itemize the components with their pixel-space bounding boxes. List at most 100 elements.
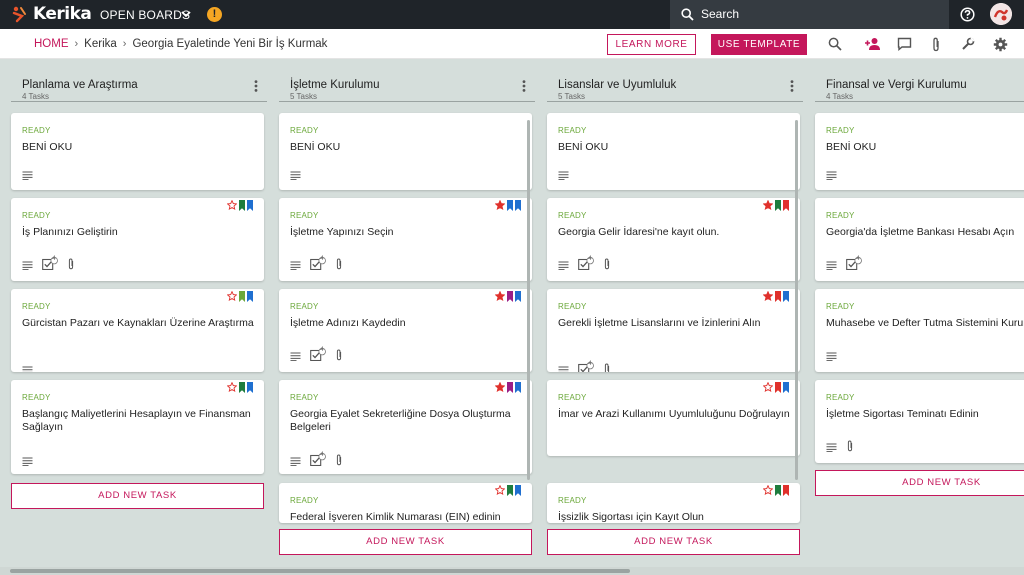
bookmark-tag-icon [775,382,781,393]
priority-star-filled-icon[interactable] [763,291,773,301]
scrollbar-thumb[interactable] [10,569,630,573]
description-icon [826,443,837,453]
task-title[interactable]: Muhasebe ve Defter Tutma Sistemini Kurun [826,317,1024,330]
task-title[interactable]: İşletme Yapınızı Seçin [290,226,526,239]
task-flags [227,291,253,302]
task-flags [495,200,521,211]
board-column: Lisanslar ve Uyumluluk 5 Tasks READY BENİ O… [547,0,805,575]
column-title[interactable]: Planlama ve Araştırma [22,79,138,91]
task-indicators [290,167,301,185]
task-title[interactable]: Georgia'da İşletme Bankası Hesabı Açın [826,226,1024,239]
task-card[interactable]: READY İş Planınızı Geliştirin 4 [11,198,264,281]
task-card[interactable]: READY Federal İşveren Kimlik Numarası (EI… [279,483,532,523]
horizontal-scrollbar[interactable] [0,567,1024,575]
task-card[interactable]: READY BENİ OKU [11,113,264,190]
task-title[interactable]: BENİ OKU [826,141,1024,154]
task-card[interactable]: READY BENİ OKU [815,113,1024,190]
task-count: 4 Tasks [826,92,853,101]
column-scrollbar[interactable] [527,120,530,480]
priority-star-icon[interactable] [495,485,505,495]
bookmark-tag-icon [247,200,253,211]
description-icon [22,171,33,181]
priority-star-filled-icon[interactable] [495,382,505,392]
task-title[interactable]: İşsizlik Sigortası için Kayıt Olun [558,511,794,523]
add-new-task-button[interactable]: ADD NEW TASK [815,470,1024,496]
priority-star-icon[interactable] [227,200,237,210]
add-new-task-button[interactable]: ADD NEW TASK [11,483,264,509]
priority-star-icon[interactable] [763,485,773,495]
column-title[interactable]: Finansal ve Vergi Kurulumu [826,79,967,91]
priority-star-icon[interactable] [763,382,773,392]
more-options-icon[interactable] [254,79,258,97]
attachment-icon [336,258,342,270]
task-card[interactable]: READY Georgia'da İşletme Bankası Hesabı A… [815,198,1024,281]
task-title[interactable]: Georgia Gelir İdaresi'ne kayıt olun. [558,226,794,239]
bookmark-tag-icon [515,200,521,211]
task-status: READY [290,393,319,402]
column-title[interactable]: İşletme Kurulumu [290,79,379,91]
column-header: Planlama ve Araştırma 4 Tasks [11,68,267,102]
task-card[interactable]: READY Muhasebe ve Defter Tutma Sistemini … [815,289,1024,372]
priority-star-icon[interactable] [227,382,237,392]
bookmark-tag-icon [775,485,781,496]
column-header: Finansal ve Vergi Kurulumu 4 Tasks [815,68,1024,102]
task-title[interactable]: BENİ OKU [290,141,526,154]
description-icon [558,366,569,372]
task-title[interactable]: BENİ OKU [558,141,794,154]
task-title[interactable]: Başlangıç Maliyetlerini Hesaplayın ve Fi… [22,408,258,434]
more-options-icon[interactable] [790,79,794,97]
task-card[interactable]: READY Gürcistan Pazarı ve Kaynakları Üzer… [11,289,264,372]
task-status: READY [22,393,51,402]
priority-star-filled-icon[interactable] [495,291,505,301]
task-title[interactable]: BENİ OKU [22,141,258,154]
bookmark-tag-icon [775,291,781,302]
description-icon [558,171,569,181]
board-column: Planlama ve Araştırma 4 Tasks READY BENİ OK… [11,0,269,575]
checklist-count: 4 [588,361,592,367]
add-new-task-button[interactable]: ADD NEW TASK [279,529,532,555]
task-indicators [558,167,569,185]
task-card[interactable]: READY İşletme Sigortası Teminatı Edinin [815,380,1024,463]
task-card[interactable]: READY Gerekli İşletme Lisanslarını ve İzi… [547,289,800,372]
task-title[interactable]: İş Planınızı Geliştirin [22,226,258,239]
task-card[interactable]: READY BENİ OKU [279,113,532,190]
task-card[interactable]: READY Georgia Gelir İdaresi'ne kayıt olun… [547,198,800,281]
task-title[interactable]: Gerekli İşletme Lisanslarını ve İzinleri… [558,317,794,330]
description-icon [22,261,33,271]
task-title[interactable]: İşletme Sigortası Teminatı Edinin [826,408,1024,421]
task-card[interactable]: READY İşletme Yapınızı Seçin 4 [279,198,532,281]
bookmark-tag-icon [783,485,789,496]
checklist-count: 4 [856,256,860,262]
task-title[interactable]: İşletme Adınızı Kaydedin [290,317,526,330]
task-title[interactable]: İmar ve Arazi Kullanımı Uyumluluğunu Doğ… [558,408,794,421]
task-card[interactable]: READY BENİ OKU [547,113,800,190]
priority-star-icon[interactable] [227,291,237,301]
task-card[interactable]: READY İmar ve Arazi Kullanımı Uyumluluğun… [547,380,800,456]
board-column: İşletme Kurulumu 5 Tasks READY BENİ OKU READ… [279,0,537,575]
priority-star-filled-icon[interactable] [495,200,505,210]
board-column: Finansal ve Vergi Kurulumu 4 Tasks READY BE… [815,0,1024,575]
task-title[interactable]: Gürcistan Pazarı ve Kaynakları Üzerine A… [22,317,258,330]
task-title[interactable]: Federal İşveren Kimlik Numarası (EIN) ed… [290,511,526,523]
more-options-icon[interactable] [522,79,526,97]
attachment-icon [604,363,610,372]
task-indicators [826,167,837,185]
task-indicators: 4 [826,256,862,275]
column-title[interactable]: Lisanslar ve Uyumluluk [558,79,676,91]
task-title[interactable]: Georgia Eyalet Sekreterliğine Dosya Oluş… [290,408,526,434]
priority-star-filled-icon[interactable] [763,200,773,210]
task-card[interactable]: READY Başlangıç Maliyetlerini Hesaplayın … [11,380,264,474]
task-status: READY [558,211,587,220]
task-card[interactable]: READY İşletme Adınızı Kaydedin 4 [279,289,532,372]
bookmark-tag-icon [783,382,789,393]
task-card[interactable]: READY İşsizlik Sigortası için Kayıt Olun [547,483,800,523]
column-scrollbar[interactable] [795,120,798,480]
task-indicators [22,362,33,372]
attachment-icon [336,349,342,361]
task-flags [495,382,521,393]
task-indicators: 4 [290,452,343,471]
task-status: READY [558,393,587,402]
task-card[interactable]: READY Georgia Eyalet Sekreterliğine Dosya… [279,380,532,474]
attachment-icon [68,258,74,270]
add-new-task-button[interactable]: ADD NEW TASK [547,529,800,555]
